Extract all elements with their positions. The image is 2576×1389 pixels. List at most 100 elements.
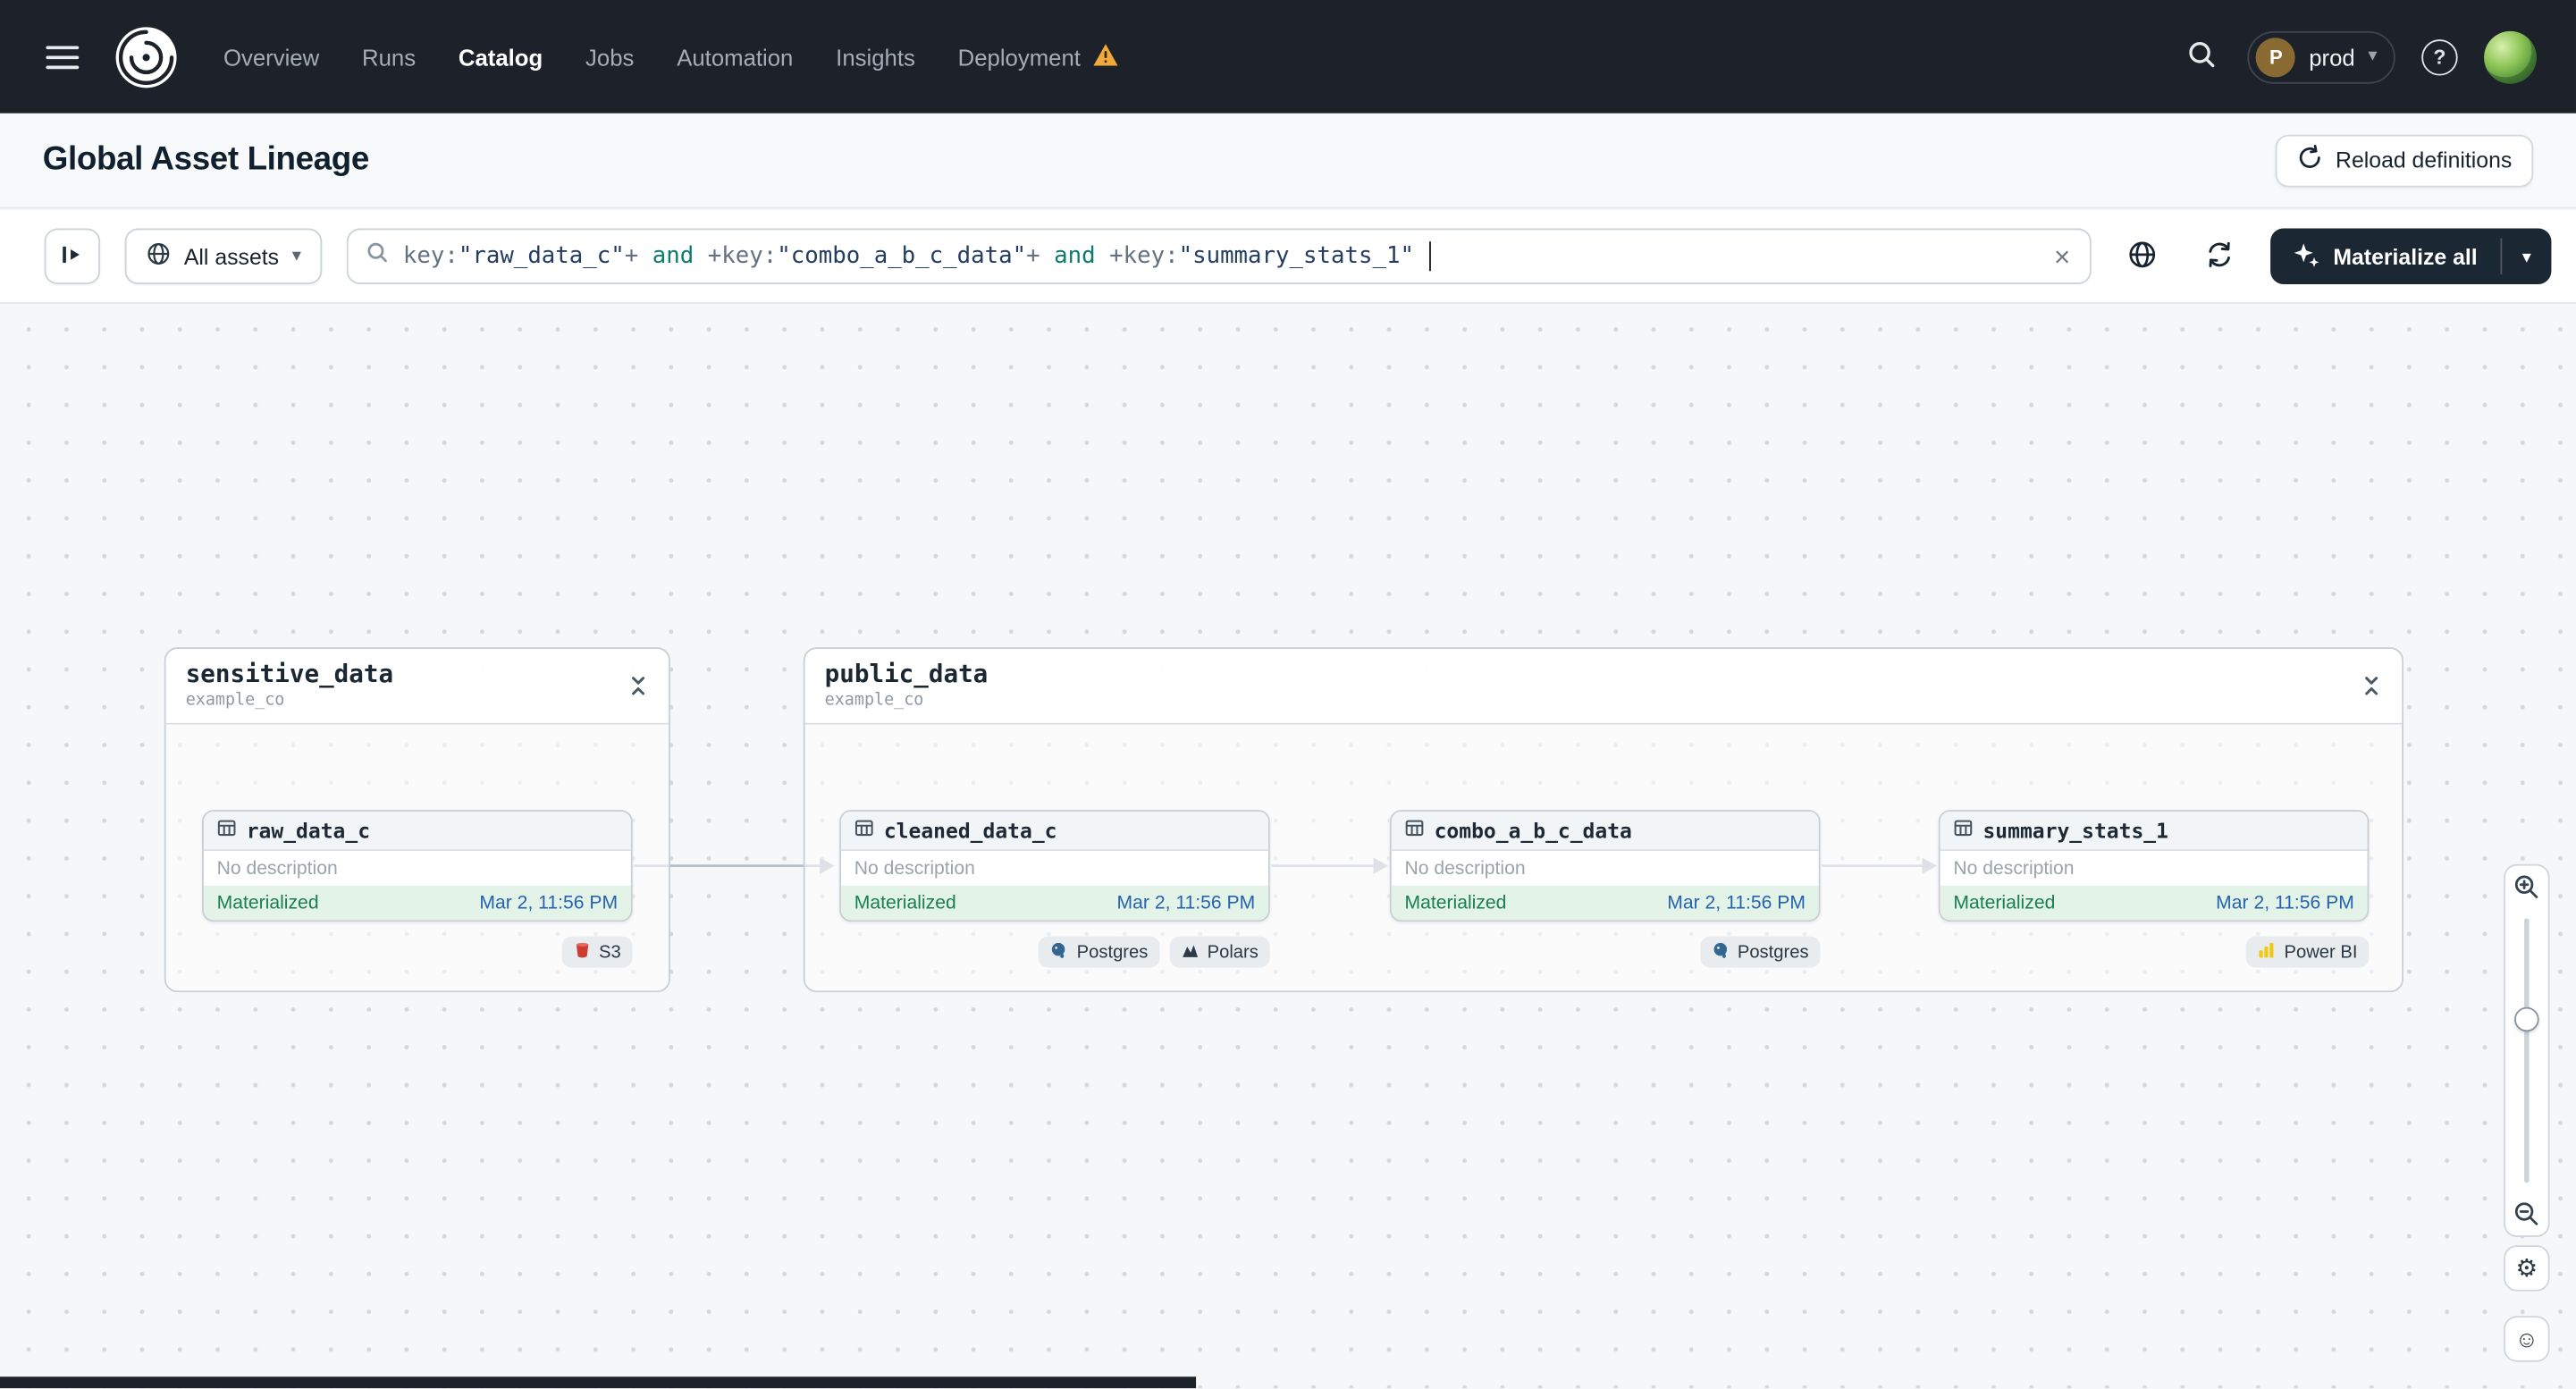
postgres-icon <box>1050 940 1068 964</box>
nav-item-deployment[interactable]: Deployment <box>958 42 1119 72</box>
refresh-button[interactable] <box>2193 230 2246 282</box>
asset-description: No description <box>1940 851 2368 886</box>
gear-icon: ⚙ <box>2515 1254 2538 1283</box>
smiley-icon: ☺ <box>2514 1326 2538 1352</box>
collapse-group-button[interactable] <box>2358 672 2386 705</box>
top-navbar: Overview Runs Catalog Jobs Automation In… <box>0 0 2576 114</box>
navbar-left: Overview Runs Catalog Jobs Automation In… <box>39 22 1118 91</box>
materialization-timestamp-link[interactable]: Mar 2, 11:56 PM <box>1667 894 1806 913</box>
status-badge: Materialized <box>1953 893 2056 913</box>
materialize-options-button[interactable]: ▾ <box>2502 228 2551 283</box>
nav-item-insights[interactable]: Insights <box>836 44 915 70</box>
globe-icon <box>147 241 172 271</box>
s3-icon <box>573 940 591 964</box>
kind-tag-label: Power BI <box>2284 942 2358 963</box>
warning-icon <box>1092 42 1118 72</box>
query-segment: + <box>707 243 722 270</box>
asset-node-header: summary_stats_1 <box>1940 811 2368 852</box>
group-subtitle: example_co <box>824 691 924 710</box>
query-segment: key: <box>721 243 778 270</box>
query-segment: "combo_a_b_c_data" <box>777 243 1027 270</box>
materialize-split-button: Materialize all ▾ <box>2270 228 2552 284</box>
nav-item-overview[interactable]: Overview <box>223 44 319 70</box>
kind-tag-label: Postgres <box>1076 942 1149 963</box>
table-icon <box>1953 816 1973 846</box>
chevron-down-icon: ▾ <box>291 245 301 265</box>
kind-tag-postgres[interactable]: Postgres <box>1039 936 1160 968</box>
asset-status-row: Materialized Mar 2, 11:56 PM <box>1391 885 1819 921</box>
query-segment: key: <box>402 243 459 270</box>
kind-tag-polars[interactable]: Polars <box>1169 936 1270 968</box>
asset-status-row: Materialized Mar 2, 11:56 PM <box>841 885 1268 921</box>
zoom-out-button[interactable] <box>2505 1192 2548 1235</box>
user-avatar[interactable] <box>2484 30 2537 83</box>
navbar-right: P prod ▾ ? <box>2183 30 2537 83</box>
search-button[interactable] <box>2183 35 2222 80</box>
clear-filter-button[interactable]: × <box>2050 242 2074 270</box>
kind-tags-row: Postgres Polars <box>839 936 1270 968</box>
hamburger-icon <box>46 45 80 49</box>
deployment-name: prod <box>2309 43 2355 71</box>
postgres-icon <box>1711 940 1729 964</box>
kind-tag-postgres[interactable]: Postgres <box>1699 936 1821 968</box>
asset-name: combo_a_b_c_data <box>1434 818 1632 843</box>
materialization-timestamp-link[interactable]: Mar 2, 11:56 PM <box>479 894 618 913</box>
dagster-app: Overview Runs Catalog Jobs Automation In… <box>0 0 2576 1389</box>
materialize-all-button[interactable]: Materialize all <box>2270 228 2500 283</box>
asset-filter-input[interactable]: key: "raw_data_c" + and + key: "combo_a_b_c_… <box>347 228 2092 284</box>
asset-node-combo_a_b_c_data[interactable]: combo_a_b_c_data No description Material… <box>1389 810 1821 922</box>
kind-tag-label: S3 <box>599 942 621 963</box>
kind-tag-s3[interactable]: S3 <box>560 936 633 968</box>
zoom-in-icon <box>2514 875 2538 898</box>
query-segment: "summary_stats_1" <box>1178 243 1414 270</box>
zoom-slider[interactable] <box>2505 908 2548 1192</box>
kind-tag-label: Postgres <box>1737 942 1809 963</box>
deployment-avatar: P <box>2256 37 2296 77</box>
hamburger-menu-button[interactable] <box>39 38 85 74</box>
materialization-timestamp-link[interactable]: Mar 2, 11:56 PM <box>1117 894 1256 913</box>
kind-tags-row: S3 <box>202 936 633 968</box>
materialize-all-label: Materialize all <box>2333 243 2478 269</box>
query-segment: "raw_data_c" <box>458 243 625 270</box>
asset-description: No description <box>203 851 631 886</box>
materialization-timestamp-link[interactable]: Mar 2, 11:56 PM <box>2216 894 2354 913</box>
table-icon <box>854 816 874 846</box>
group-subtitle: example_co <box>185 691 285 710</box>
table-icon <box>217 816 237 846</box>
nav-item-jobs[interactable]: Jobs <box>585 44 634 70</box>
asset-name: summary_stats_1 <box>1983 818 2168 843</box>
asset-status-row: Materialized Mar 2, 11:56 PM <box>1940 885 2368 921</box>
sparkle-icon <box>2294 240 2319 272</box>
nav-item-catalog[interactable]: Catalog <box>459 44 543 70</box>
asset-scope-dropdown[interactable]: All assets ▾ <box>124 228 323 284</box>
open-asset-panel-button[interactable] <box>44 228 101 284</box>
reload-definitions-button[interactable]: Reload definitions <box>2275 133 2534 187</box>
zoom-slider-knob[interactable] <box>2514 1006 2539 1032</box>
asset-node-summary_stats_1[interactable]: summary_stats_1 No description Materiali… <box>1938 810 2370 922</box>
query-segment: + <box>624 243 639 270</box>
graph-settings-button[interactable]: ⚙ <box>2504 1245 2550 1292</box>
deployment-switcher[interactable]: P prod ▾ <box>2248 30 2395 83</box>
graph-view-options-button[interactable] <box>2117 230 2169 282</box>
kind-tag-label: Polars <box>1207 942 1259 963</box>
zoom-in-button[interactable] <box>2505 866 2548 909</box>
query-segment: key: <box>1123 243 1179 270</box>
help-button[interactable]: ? <box>2421 38 2458 75</box>
asset-node-raw_data_c[interactable]: raw_data_c No description Materialized M… <box>202 810 633 922</box>
nav-item-runs[interactable]: Runs <box>362 44 416 70</box>
asset-node-header: cleaned_data_c <box>841 811 1268 852</box>
status-badge: Materialized <box>216 893 319 913</box>
nav-item-automation[interactable]: Automation <box>677 44 793 70</box>
help-icon: ? <box>2433 45 2446 69</box>
query-segment: + <box>1109 243 1124 270</box>
zoom-slider-track <box>2524 918 2530 1183</box>
collapse-group-button[interactable] <box>624 672 652 705</box>
kind-tag-powerbi[interactable]: Power BI <box>2246 936 2370 968</box>
chevron-down-icon: ▾ <box>2521 247 2531 267</box>
lineage-canvas[interactable]: sensitive_data example_co public_data ex… <box>0 305 2576 1389</box>
query-segment: and <box>1040 243 1110 270</box>
powerbi-icon <box>2258 940 2276 964</box>
feedback-button[interactable]: ☺ <box>2504 1316 2550 1362</box>
asset-node-cleaned_data_c[interactable]: cleaned_data_c No description Materializ… <box>839 810 1270 922</box>
dagster-logo-icon[interactable] <box>112 22 181 91</box>
